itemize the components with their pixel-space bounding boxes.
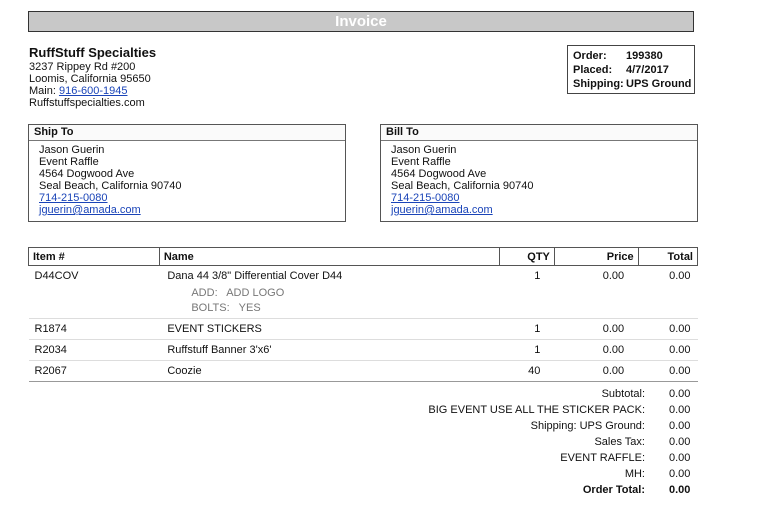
option-value: YES: [238, 302, 261, 314]
item-name: Coozie: [167, 365, 202, 377]
bill-to-phone-link[interactable]: 714-215-0080: [391, 192, 460, 204]
option-label: BOLTS:: [191, 302, 230, 314]
item-price: 0.00: [602, 270, 625, 282]
shipping-cost-label: Shipping: UPS Ground:: [530, 420, 645, 432]
item-qty: 1: [534, 270, 541, 282]
event-raffle-value: 0.00: [669, 452, 691, 464]
company-main-phone-line: Main: 916-600-1945: [29, 85, 127, 97]
company-website: Ruffstuffspecialties.com: [29, 97, 145, 109]
ship-to-email-link[interactable]: jguerin@amada.com: [39, 204, 141, 216]
item-name: Ruffstuff Banner 3'x6': [167, 344, 272, 356]
header-price: Price: [553, 247, 639, 266]
ship-to-company: Event Raffle: [39, 156, 99, 168]
mh-label: MH:: [624, 468, 645, 480]
order-total-label: Order Total:: [582, 484, 645, 496]
discount-value: 0.00: [669, 404, 691, 416]
bill-to-company: Event Raffle: [391, 156, 451, 168]
ship-to-heading: Ship To: [29, 125, 345, 141]
placed-date-value: 4/7/2017: [626, 64, 669, 76]
header-item-number: Item #: [28, 247, 160, 266]
line-items-table: Item # Name QTY Price Total D44COV Dana …: [28, 247, 699, 382]
invoice-title: Invoice: [28, 11, 694, 32]
shipping-cost-value: 0.00: [669, 420, 691, 432]
bill-to-city: Seal Beach, California 90740: [391, 180, 534, 192]
item-number: R1874: [34, 323, 67, 335]
bill-to-street: 4564 Dogwood Ave: [391, 168, 487, 180]
table-row: R1874 EVENT STICKERS 1 0.00 0.00: [28, 319, 698, 340]
ship-to-box: Ship To Jason Guerin Event Raffle 4564 D…: [28, 124, 346, 222]
item-number: R2034: [34, 344, 67, 356]
sales-tax-value: 0.00: [669, 436, 691, 448]
discount-label: BIG EVENT USE ALL THE STICKER PACK:: [428, 404, 645, 416]
option-label: ADD:: [191, 287, 218, 299]
table-row: R2067 Coozie 40 0.00 0.00: [28, 361, 698, 382]
item-name: Dana 44 3/8" Differential Cover D44: [167, 270, 343, 282]
main-phone-link[interactable]: 916-600-1945: [59, 85, 128, 97]
order-info-box: Order: 199380 Placed: 4/7/2017 Shipping:…: [567, 45, 695, 94]
placed-date-label: Placed:: [573, 64, 613, 76]
subtotal-label: Subtotal:: [601, 388, 645, 400]
item-qty: 1: [534, 323, 541, 335]
shipping-method-value: UPS Ground: [626, 78, 692, 90]
event-raffle-label: EVENT RAFFLE:: [560, 452, 645, 464]
header-name: Name: [158, 247, 500, 266]
main-phone-label: Main:: [29, 85, 56, 97]
shipping-method-label: Shipping:: [573, 78, 624, 90]
item-price: 0.00: [602, 365, 625, 377]
bill-to-email-link[interactable]: jguerin@amada.com: [391, 204, 493, 216]
mh-value: 0.00: [669, 468, 691, 480]
bill-to-heading: Bill To: [381, 125, 697, 141]
item-qty: 40: [528, 365, 541, 377]
option-value: ADD LOGO: [226, 287, 285, 299]
item-qty: 1: [534, 344, 541, 356]
item-total: 0.00: [669, 270, 691, 282]
item-total: 0.00: [669, 323, 691, 335]
item-number: D44COV: [34, 270, 79, 282]
company-address-line2: Loomis, California 95650: [29, 73, 151, 85]
company-name: RuffStuff Specialties: [29, 45, 157, 60]
table-row: D44COV Dana 44 3/8" Differential Cover D…: [28, 266, 698, 319]
sales-tax-label: Sales Tax:: [594, 436, 645, 448]
bill-to-box: Bill To Jason Guerin Event Raffle 4564 D…: [380, 124, 698, 222]
table-header-row: Item # Name QTY Price Total: [28, 247, 699, 266]
ship-to-city: Seal Beach, California 90740: [39, 180, 182, 192]
item-option: BOLTS: YES: [167, 302, 495, 314]
item-number: R2067: [34, 365, 67, 377]
order-number-value: 199380: [626, 50, 663, 62]
table-row: R2034 Ruffstuff Banner 3'x6' 1 0.00 0.00: [28, 340, 698, 361]
header-qty: QTY: [498, 247, 555, 266]
company-address-line1: 3237 Rippey Rd #200: [29, 61, 136, 73]
item-price: 0.00: [602, 323, 625, 335]
item-option: ADD: ADD LOGO: [167, 287, 495, 299]
ship-to-phone-link[interactable]: 714-215-0080: [39, 192, 108, 204]
order-number-label: Order:: [573, 50, 607, 62]
item-total: 0.00: [669, 365, 691, 377]
header-total: Total: [637, 247, 699, 266]
bill-to-name: Jason Guerin: [391, 144, 457, 156]
order-total-value: 0.00: [669, 484, 691, 496]
ship-to-name: Jason Guerin: [39, 144, 105, 156]
item-name: EVENT STICKERS: [167, 323, 262, 335]
item-total: 0.00: [669, 344, 691, 356]
ship-to-street: 4564 Dogwood Ave: [39, 168, 135, 180]
item-price: 0.00: [602, 344, 625, 356]
subtotal-value: 0.00: [669, 388, 691, 400]
